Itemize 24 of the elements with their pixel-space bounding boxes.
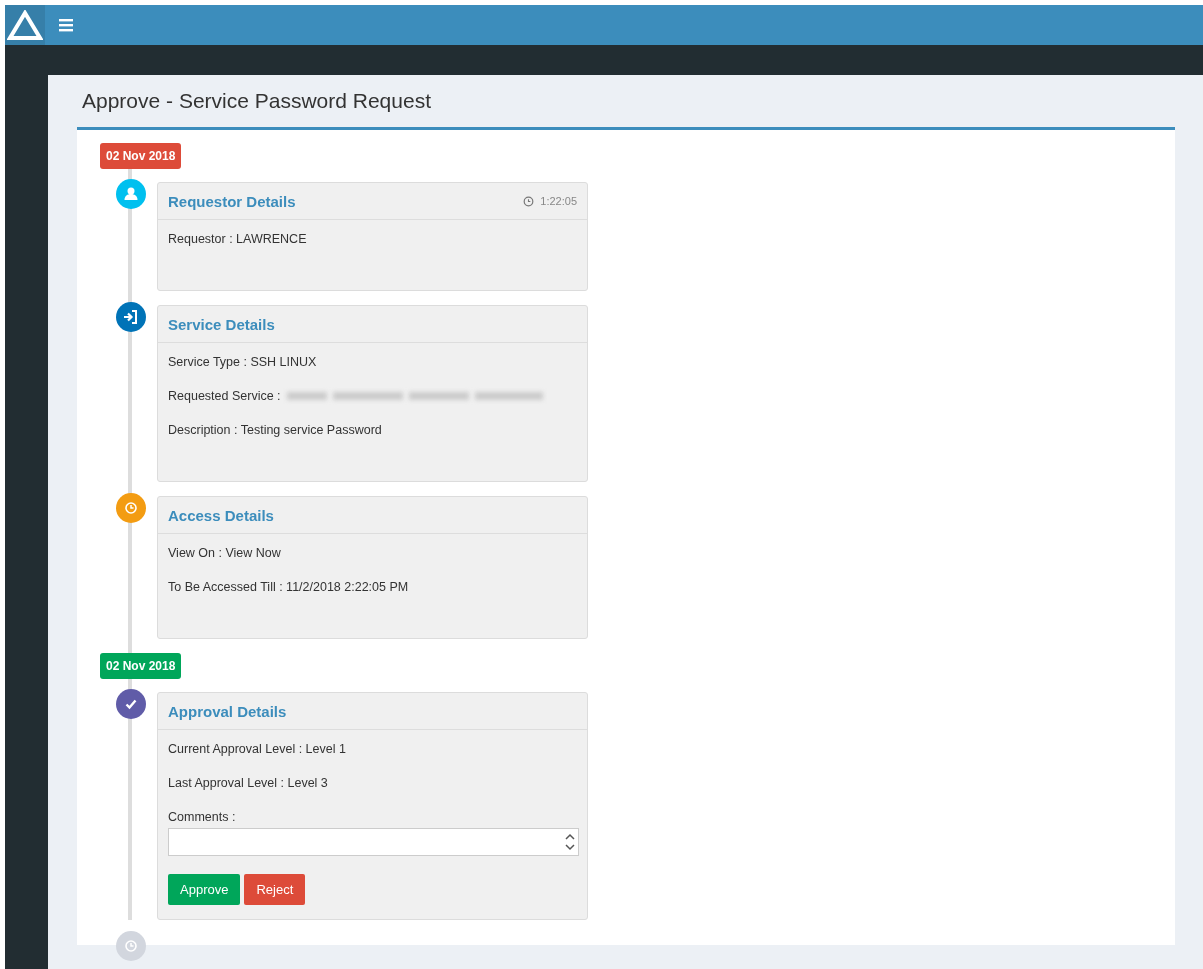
- approve-button[interactable]: Approve: [168, 874, 241, 905]
- comments-label: Comments :: [168, 810, 237, 824]
- detail-text: Requestor : LAWRENCE: [168, 232, 307, 246]
- time-text: 1:22:05: [540, 195, 577, 207]
- triangle-logo[interactable]: [5, 5, 45, 45]
- card-title: Service Details: [168, 315, 275, 333]
- reject-button[interactable]: Reject: [244, 874, 306, 905]
- comments-field[interactable]: [168, 828, 579, 856]
- date-badge: 02 Nov 2018: [100, 653, 182, 679]
- menu-icon[interactable]: [59, 18, 73, 32]
- card-title: Approval Details: [168, 702, 287, 720]
- detail-text: Service Type : SSH LINUX: [168, 355, 317, 369]
- detail-text: Requested Service :: [168, 389, 281, 403]
- detail-text: To Be Accessed Till : 11/2/2018 2:22:05 PM: [168, 580, 409, 594]
- detail-text: View On : View Now: [168, 546, 281, 560]
- clock-icon: [523, 195, 535, 207]
- card-title: Access Details: [168, 506, 274, 524]
- detail-text: Description : Testing service Password: [168, 423, 382, 437]
- detail-text: Last Approval Level : Level 3: [168, 776, 328, 790]
- card-title: Requestor Details: [168, 192, 296, 210]
- detail-text: Current Approval Level : Level 1: [168, 742, 346, 756]
- date-badge: 02 Nov 2018: [100, 143, 182, 169]
- page-title: Approve - Service Password Request: [82, 89, 431, 113]
- spinner-icon[interactable]: [565, 831, 575, 853]
